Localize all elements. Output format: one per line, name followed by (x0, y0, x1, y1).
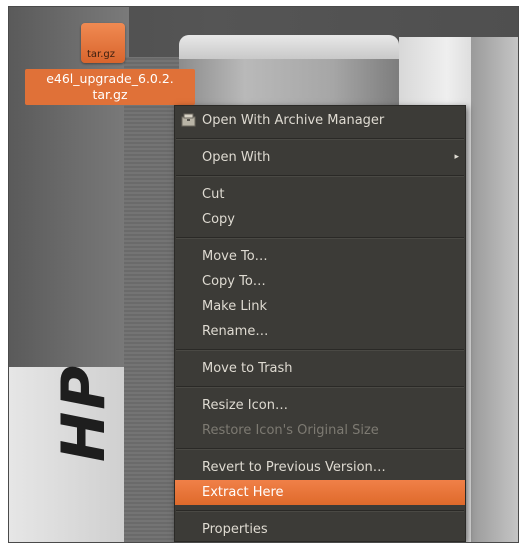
menu-separator (176, 386, 464, 388)
wallpaper-right-edge (471, 37, 518, 542)
menu-separator (176, 510, 464, 512)
menu-item-revert-to-previous-version[interactable]: Revert to Previous Version… (175, 455, 465, 480)
menu-item-restore-icon-size: Restore Icon's Original Size (175, 418, 465, 443)
menu-item-label: Open With Archive Manager (202, 113, 385, 128)
menu-item-label: Copy To… (202, 274, 266, 289)
menu-item-label: Move to Trash (202, 361, 293, 376)
menu-item-label: Revert to Previous Version… (202, 460, 386, 475)
menu-item-open-with[interactable]: Open With ▸ (175, 145, 465, 170)
menu-item-label: Resize Icon… (202, 398, 288, 413)
menu-item-label: Restore Icon's Original Size (202, 423, 379, 438)
file-icon-tag: tar.gz (87, 49, 116, 60)
context-menu: Open With Archive Manager Open With ▸ Cu… (174, 105, 466, 542)
file-name-line-2: tar.gz (92, 87, 128, 102)
menu-item-copy-to[interactable]: Copy To… (175, 269, 465, 294)
menu-item-label: Extract Here (202, 485, 284, 500)
menu-item-label: Properties (202, 522, 268, 537)
menu-item-label: Copy (202, 212, 235, 227)
menu-item-move-to-trash[interactable]: Move to Trash (175, 356, 465, 381)
desktop[interactable]: HP tar.gz e46l_upgrade_6.0.2. tar.gz Ope… (8, 6, 519, 543)
menu-item-label: Make Link (202, 299, 267, 314)
menu-item-rename[interactable]: Rename… (175, 319, 465, 344)
menu-item-open-with-archive-manager[interactable]: Open With Archive Manager (175, 108, 465, 133)
menu-separator (176, 237, 464, 239)
menu-separator (176, 138, 464, 140)
menu-item-properties[interactable]: Properties (175, 517, 465, 542)
menu-item-copy[interactable]: Copy (175, 207, 465, 232)
menu-item-extract-here[interactable]: Extract Here (175, 480, 465, 505)
wallpaper-tower-top (179, 35, 399, 59)
file-name-line-1: e46l_upgrade_6.0.2. (46, 71, 174, 86)
menu-item-label: Rename… (202, 324, 269, 339)
wallpaper-brand-text: HP (49, 363, 119, 462)
menu-item-make-link[interactable]: Make Link (175, 294, 465, 319)
menu-item-label: Open With (202, 150, 271, 165)
menu-item-resize-icon[interactable]: Resize Icon… (175, 393, 465, 418)
archive-manager-icon (181, 113, 196, 127)
file-name-label[interactable]: e46l_upgrade_6.0.2. tar.gz (25, 69, 195, 105)
archive-file-icon[interactable]: tar.gz (81, 23, 125, 63)
menu-item-move-to[interactable]: Move To… (175, 244, 465, 269)
submenu-arrow-icon: ▸ (454, 152, 459, 162)
menu-separator (176, 175, 464, 177)
menu-item-cut[interactable]: Cut (175, 182, 465, 207)
menu-separator (176, 349, 464, 351)
menu-item-label: Cut (202, 187, 225, 202)
menu-separator (176, 448, 464, 450)
menu-item-label: Move To… (202, 249, 268, 264)
